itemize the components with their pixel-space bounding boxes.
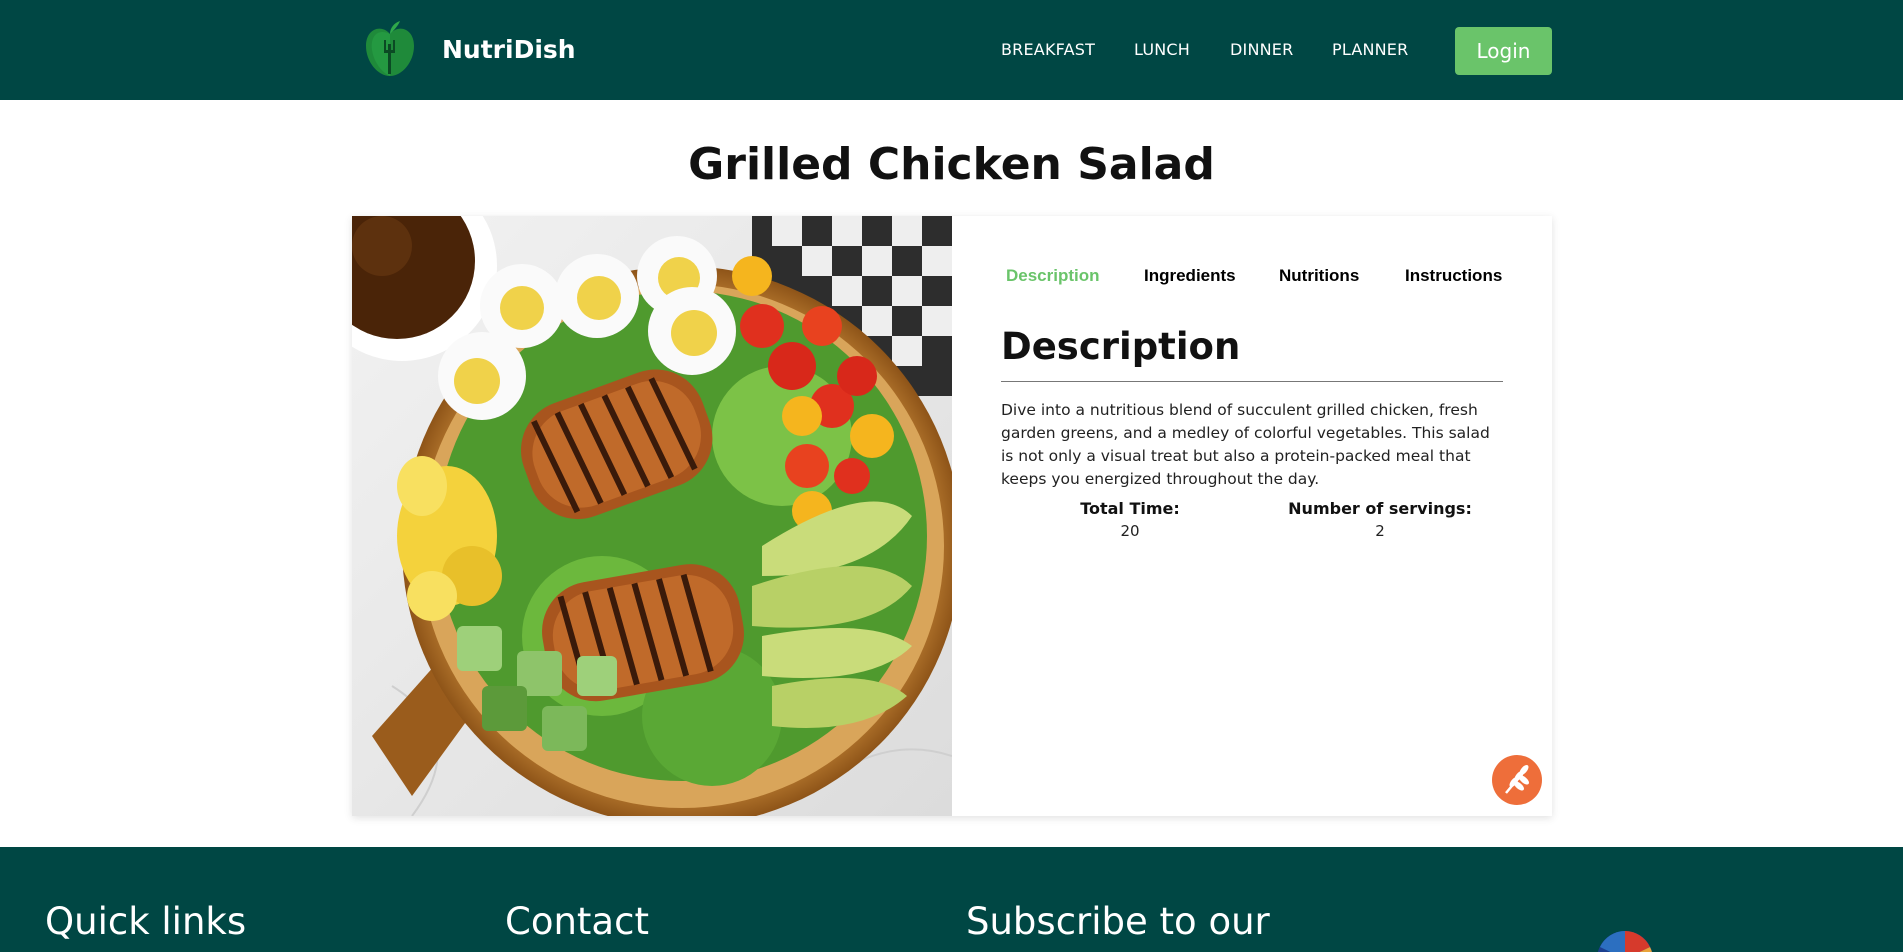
total-time-label: Total Time: xyxy=(1080,499,1180,518)
recipe-title: Grilled Chicken Salad xyxy=(688,139,1215,190)
site-footer: Quick links Contact Subscribe to our xyxy=(0,847,1903,952)
nav-planner[interactable]: PLANNER xyxy=(1332,38,1408,62)
tab-ingredients[interactable]: Ingredients xyxy=(1144,261,1236,291)
footer-contact-heading: Contact xyxy=(505,900,649,943)
recipe-image xyxy=(352,216,952,816)
recipe-details-panel: Description Ingredients Nutritions Instr… xyxy=(952,216,1552,816)
tab-instructions[interactable]: Instructions xyxy=(1405,261,1502,291)
nav-lunch[interactable]: LUNCH xyxy=(1134,38,1190,62)
tab-nutritions[interactable]: Nutritions xyxy=(1279,261,1359,291)
servings-label: Number of servings: xyxy=(1288,499,1472,518)
login-button[interactable]: Login xyxy=(1455,27,1552,75)
recipe-description: Dive into a nutritious blend of succulen… xyxy=(1001,401,1490,488)
partner-logo xyxy=(1580,929,1670,952)
nav-breakfast[interactable]: BREAKFAST xyxy=(1001,38,1095,62)
recipe-tabs: Description Ingredients Nutritions Instr… xyxy=(952,261,1552,291)
main-nav: BREAKFAST LUNCH DINNER PLANNER xyxy=(0,38,1903,62)
section-heading: Description xyxy=(1001,325,1241,368)
total-time-value: 20 xyxy=(1120,522,1140,540)
servings-value: 2 xyxy=(1375,522,1385,540)
tab-description[interactable]: Description xyxy=(1006,261,1100,291)
site-header: NutriDish BREAKFAST LUNCH DINNER PLANNER… xyxy=(0,0,1903,100)
total-time: Total Time: 20 xyxy=(1030,498,1230,542)
servings: Number of servings: 2 xyxy=(1280,498,1480,542)
recipe-card: Description Ingredients Nutritions Instr… xyxy=(352,216,1552,816)
footer-subscribe-heading: Subscribe to our xyxy=(966,900,1270,943)
nav-dinner[interactable]: DINNER xyxy=(1230,38,1293,62)
wheat-icon[interactable] xyxy=(1492,755,1542,805)
footer-quick-links-heading: Quick links xyxy=(45,900,247,943)
section-divider xyxy=(1001,381,1503,382)
